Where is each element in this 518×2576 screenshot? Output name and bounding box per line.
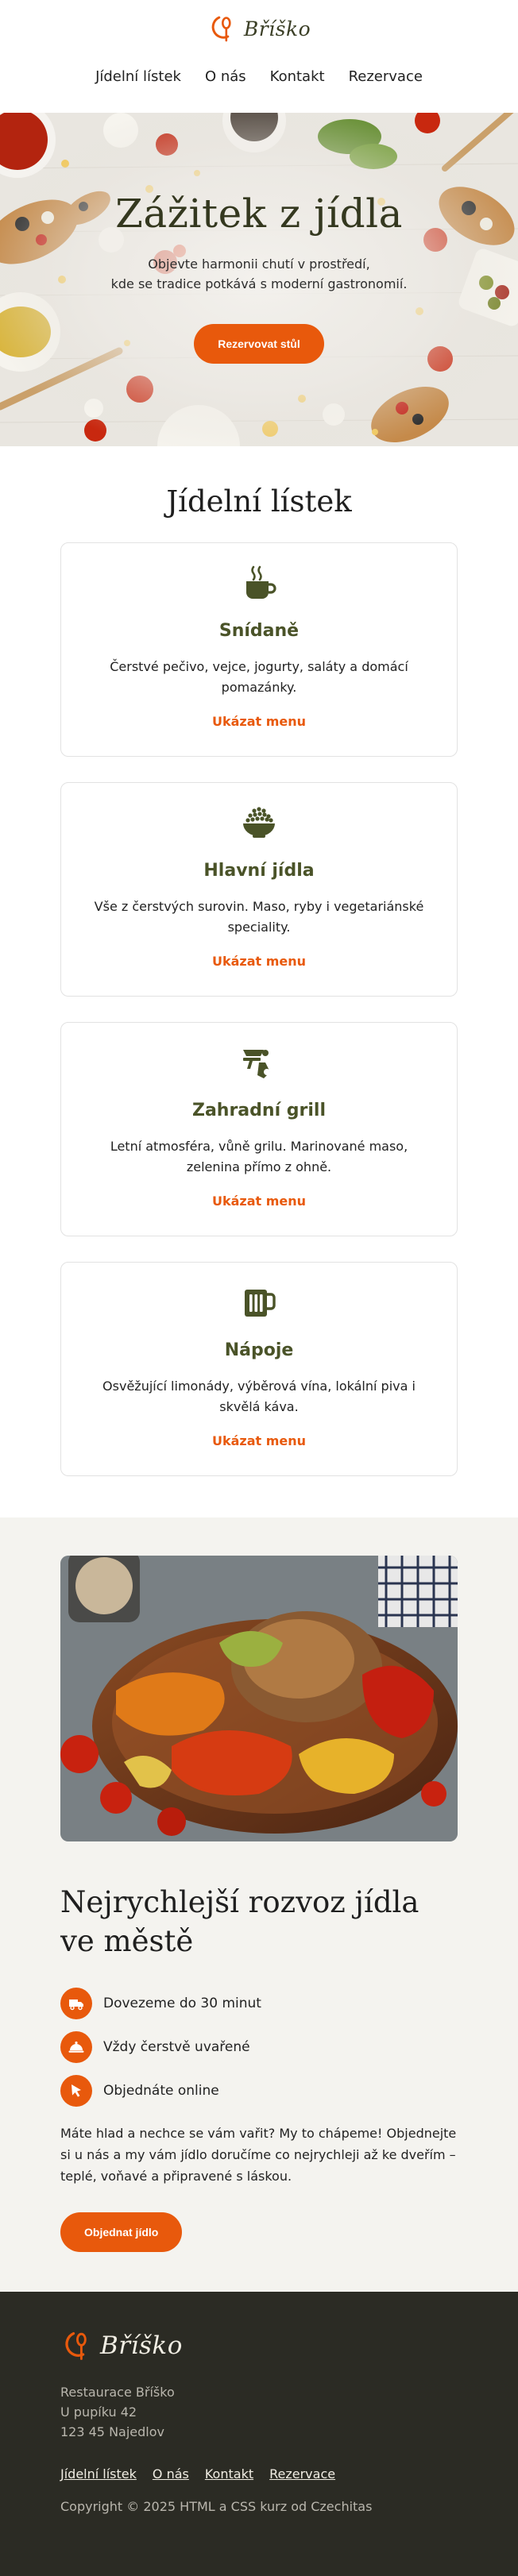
menu-card-garden-grill: Zahradní grill Letní atmosféra, vůně gri… [60, 1022, 458, 1236]
brand-logo[interactable]: Bříško [207, 13, 311, 44]
footer-link-contact[interactable]: Kontakt [205, 2466, 253, 2482]
hero-content: Zážitek z jídla Objevte harmonii chutí v… [0, 191, 518, 364]
nav-link-reservation[interactable]: Rezervace [349, 68, 423, 85]
footer-nav: Jídelní lístek O nás Kontakt Rezervace [60, 2466, 518, 2482]
order-food-button[interactable]: Objednat jídlo [60, 2212, 183, 2252]
show-menu-link-garden-grill[interactable]: Ukázat menu [212, 1194, 306, 1209]
restaurant-address: Restaurace Bříško U pupíku 42 123 45 Naj… [60, 2382, 518, 2442]
address-line: Restaurace Bříško [60, 2385, 175, 2400]
site-header: Bříško Jídelní lístek O nás Kontakt Reze… [0, 0, 518, 113]
footer-brand-name: Bříško [100, 2331, 183, 2360]
beer-mug-icon [245, 1290, 276, 1317]
footer-brand-logo[interactable]: Bříško [60, 2328, 518, 2363]
feature-item: Dovezeme do 30 minut [60, 1988, 458, 2019]
reserve-table-button[interactable]: Rezervovat stůl [194, 324, 324, 364]
footer-link-about[interactable]: O nás [153, 2466, 189, 2482]
grill-icon [243, 1050, 270, 1078]
main-nav: Jídelní lístek O nás Kontakt Rezervace [0, 68, 518, 85]
show-menu-link-drinks[interactable]: Ukázat menu [212, 1433, 306, 1448]
menu-card-title: Nápoje [224, 1340, 294, 1360]
truck-icon [60, 1988, 92, 2019]
feature-item: Vždy čerstvě uvařené [60, 2031, 458, 2063]
menu-card-breakfast: Snídaně Čerstvé pečivo, vejce, jogurty, … [60, 542, 458, 757]
feature-label: Dovezeme do 30 minut [103, 1996, 261, 2011]
show-menu-link-breakfast[interactable]: Ukázat menu [212, 714, 306, 729]
footer-link-reservation[interactable]: Rezervace [269, 2466, 335, 2482]
menu-section-title: Jídelní lístek [166, 484, 352, 519]
menu-card-drinks: Nápoje Osvěžující limonády, výběrová vín… [60, 1262, 458, 1476]
hero-subtitle: Objevte harmonii chutí v prostředí, kde … [0, 254, 518, 294]
menu-card-description: Letní atmosféra, vůně grilu. Marinované … [110, 1139, 408, 1174]
delivery-section: Nejrychlejší rozvoz jídla ve městě Dovez… [0, 1517, 518, 2292]
address-line: U pupíku 42 [60, 2404, 137, 2420]
hero-section: Zážitek z jídla Objevte harmonii chutí v… [0, 113, 518, 446]
delivery-description: Máte hlad a nechce se vám vařit? My to c… [60, 2126, 457, 2184]
menu-card-title: Zahradní grill [192, 1101, 326, 1120]
spoon-pin-logo-icon [211, 16, 231, 42]
copyright-text: Copyright © 2025 HTML a CSS kurz od Czec… [60, 2499, 373, 2514]
hero-title: Zážitek z jídla [115, 191, 403, 237]
grilled-food-photo [60, 1556, 458, 1841]
feature-item: Objednáte online [60, 2075, 458, 2107]
menu-card-description: Vše z čerstvých surovin. Maso, ryby i ve… [94, 899, 424, 935]
coffee-cup-icon [246, 565, 276, 599]
pointer-icon [60, 2075, 92, 2107]
feature-label: Vždy čerstvě uvařené [103, 2039, 250, 2055]
delivery-content: Nejrychlejší rozvoz jídla ve městě Dovez… [60, 1883, 458, 2252]
hero-subtitle-line-1: Objevte harmonii chutí v prostředí, [148, 256, 370, 272]
menu-card-main-dishes: Hlavní jídla Vše z čerstvých surovin. Ma… [60, 782, 458, 997]
footer-link-menu[interactable]: Jídelní lístek [60, 2466, 137, 2482]
menu-card-title: Hlavní jídla [203, 861, 315, 881]
delivery-title: Nejrychlejší rozvoz jídla ve městě [60, 1885, 419, 1958]
menu-cards: Snídaně Čerstvé pečivo, vejce, jogurty, … [0, 542, 518, 1476]
spoon-pin-logo-icon [65, 2331, 87, 2360]
cloche-icon [60, 2031, 92, 2063]
menu-section: Jídelní lístek Snídaně Čerstvé pečivo, v… [0, 446, 518, 1517]
show-menu-link-main-dishes[interactable]: Ukázat menu [212, 954, 306, 969]
menu-card-description: Osvěžující limonády, výběrová vína, loká… [102, 1379, 416, 1414]
food-bowl-icon [243, 807, 275, 838]
nav-link-menu[interactable]: Jídelní lístek [95, 68, 181, 85]
address-line: 123 45 Najedlov [60, 2424, 164, 2439]
feature-label: Objednáte online [103, 2083, 219, 2099]
delivery-features: Dovezeme do 30 minut Vždy čerstvě uvařen… [60, 1988, 458, 2107]
hero-subtitle-line-2: kde se tradice potkává s moderní gastron… [110, 276, 408, 291]
menu-card-title: Snídaně [218, 621, 300, 641]
nav-link-about[interactable]: O nás [205, 68, 246, 85]
site-footer: Bříško Restaurace Bříško U pupíku 42 123… [0, 2292, 518, 2576]
brand-name: Bříško [243, 17, 311, 40]
nav-link-contact[interactable]: Kontakt [270, 68, 325, 85]
menu-card-description: Čerstvé pečivo, vejce, jogurty, saláty a… [110, 659, 408, 695]
